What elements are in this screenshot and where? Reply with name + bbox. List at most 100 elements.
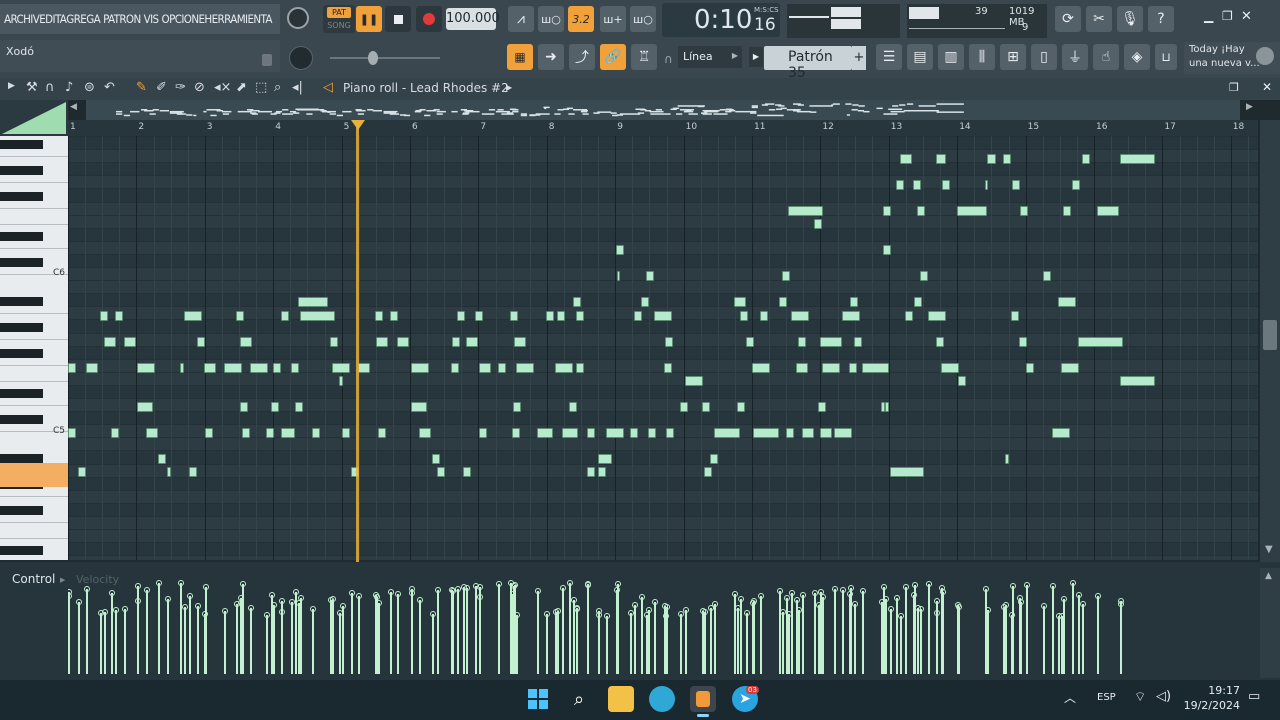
file-explorer-icon[interactable] xyxy=(608,686,634,712)
velocity-handle[interactable] xyxy=(76,599,82,605)
black-key[interactable] xyxy=(0,166,43,175)
note[interactable] xyxy=(598,467,606,477)
note[interactable] xyxy=(1097,206,1119,216)
mixer-button[interactable]: ⫼ xyxy=(969,44,995,70)
velocity-handle[interactable] xyxy=(388,589,394,595)
black-key[interactable] xyxy=(0,546,43,555)
velocity-stem[interactable] xyxy=(312,609,314,674)
note[interactable] xyxy=(641,297,649,307)
velocity-handle[interactable] xyxy=(1118,601,1124,607)
velocity-stem[interactable] xyxy=(397,594,399,674)
note[interactable] xyxy=(78,467,86,477)
velocity-stem[interactable] xyxy=(100,613,102,674)
velocity-stem[interactable] xyxy=(796,600,798,674)
note[interactable] xyxy=(512,428,520,438)
velocity-handle[interactable] xyxy=(310,606,316,612)
note[interactable] xyxy=(849,363,857,373)
note[interactable] xyxy=(457,311,465,321)
velocity-stem[interactable] xyxy=(1061,616,1063,674)
note[interactable] xyxy=(137,402,153,412)
note[interactable] xyxy=(896,180,904,190)
note[interactable] xyxy=(737,402,745,412)
note[interactable] xyxy=(820,428,832,438)
pat-song-toggle[interactable]: PAT SONG xyxy=(323,5,355,33)
velocity-stem[interactable] xyxy=(941,588,943,674)
velocity-handle[interactable] xyxy=(553,609,559,615)
velocity-stem[interactable] xyxy=(798,610,800,674)
note[interactable] xyxy=(68,363,76,373)
velocity-stem[interactable] xyxy=(920,609,922,674)
velocity-handle[interactable] xyxy=(1050,583,1056,589)
velocity-handle[interactable] xyxy=(939,585,945,591)
note[interactable] xyxy=(890,467,924,477)
velocity-handle[interactable] xyxy=(477,584,483,590)
velocity-stem[interactable] xyxy=(1097,596,1099,674)
note[interactable] xyxy=(204,363,216,373)
note[interactable] xyxy=(818,402,826,412)
pattern-selector[interactable]: Patrón 35 xyxy=(764,46,852,81)
note[interactable] xyxy=(332,363,350,373)
note[interactable] xyxy=(281,311,289,321)
note[interactable] xyxy=(648,428,656,438)
note[interactable] xyxy=(854,337,862,347)
note[interactable] xyxy=(936,337,944,347)
note[interactable] xyxy=(576,311,584,321)
note[interactable] xyxy=(339,376,343,386)
black-key[interactable] xyxy=(0,349,43,358)
note[interactable] xyxy=(941,363,959,373)
velocity-stem[interactable] xyxy=(786,598,788,674)
velocity-stem[interactable] xyxy=(242,584,244,674)
note[interactable] xyxy=(1012,180,1020,190)
velocity-handle[interactable] xyxy=(510,591,516,597)
velocity-handle[interactable] xyxy=(646,607,652,613)
velocity-handle[interactable] xyxy=(376,600,382,606)
velocity-stem[interactable] xyxy=(1011,615,1013,674)
velocity-handle[interactable] xyxy=(832,586,838,592)
velocity-handle[interactable] xyxy=(926,581,932,587)
paint-icon[interactable]: ✐ xyxy=(156,80,167,95)
stop-button[interactable] xyxy=(385,6,411,32)
note[interactable] xyxy=(714,428,740,438)
note[interactable] xyxy=(419,428,431,438)
velocity-handle[interactable] xyxy=(683,607,689,613)
note[interactable] xyxy=(411,363,429,373)
velocity-stem[interactable] xyxy=(291,602,293,674)
note[interactable] xyxy=(958,376,966,386)
black-key[interactable] xyxy=(0,415,43,424)
note[interactable] xyxy=(358,363,370,373)
velocity-stem[interactable] xyxy=(905,587,907,674)
velocity-handle[interactable] xyxy=(122,606,128,612)
velocity-handle[interactable] xyxy=(395,591,401,597)
scroll-right-icon[interactable]: ▶ xyxy=(1246,102,1253,112)
velocity-stem[interactable] xyxy=(78,602,80,674)
note[interactable] xyxy=(885,402,889,412)
note[interactable] xyxy=(710,454,718,464)
velocity-handle[interactable] xyxy=(883,596,889,602)
restore-icon[interactable]: ❐ xyxy=(1222,9,1233,23)
velocity-stem[interactable] xyxy=(587,584,589,674)
velocity-handle[interactable] xyxy=(477,594,483,600)
news-panel[interactable]: Today ¡Hay una nueva v... xyxy=(1184,42,1280,74)
note[interactable] xyxy=(576,363,584,373)
wifi-icon[interactable]: ⌔ xyxy=(1134,689,1146,705)
velocity-stem[interactable] xyxy=(862,591,864,674)
note[interactable] xyxy=(1072,180,1080,190)
velocity-handle[interactable] xyxy=(1041,603,1047,609)
velocity-stem[interactable] xyxy=(1082,604,1084,674)
slider-handle[interactable] xyxy=(368,51,378,65)
velocity-handle[interactable] xyxy=(109,590,115,596)
note[interactable] xyxy=(702,402,710,412)
pencil-icon[interactable]: ✎ xyxy=(136,80,147,95)
note[interactable] xyxy=(158,454,166,464)
velocity-handle[interactable] xyxy=(983,586,989,592)
note[interactable] xyxy=(451,363,459,373)
velocity-stem[interactable] xyxy=(111,593,113,674)
control-scrollbar[interactable]: ▲ xyxy=(1260,568,1280,678)
velocity-handle[interactable] xyxy=(340,603,346,609)
delete-icon[interactable]: ⊘ xyxy=(194,80,205,95)
velocity-stem[interactable] xyxy=(86,589,88,674)
velocity-stem[interactable] xyxy=(1005,605,1007,674)
notifications-icon[interactable]: ▭ xyxy=(1248,689,1260,704)
velocity-handle[interactable] xyxy=(912,582,918,588)
velocity-handle[interactable] xyxy=(187,593,193,599)
